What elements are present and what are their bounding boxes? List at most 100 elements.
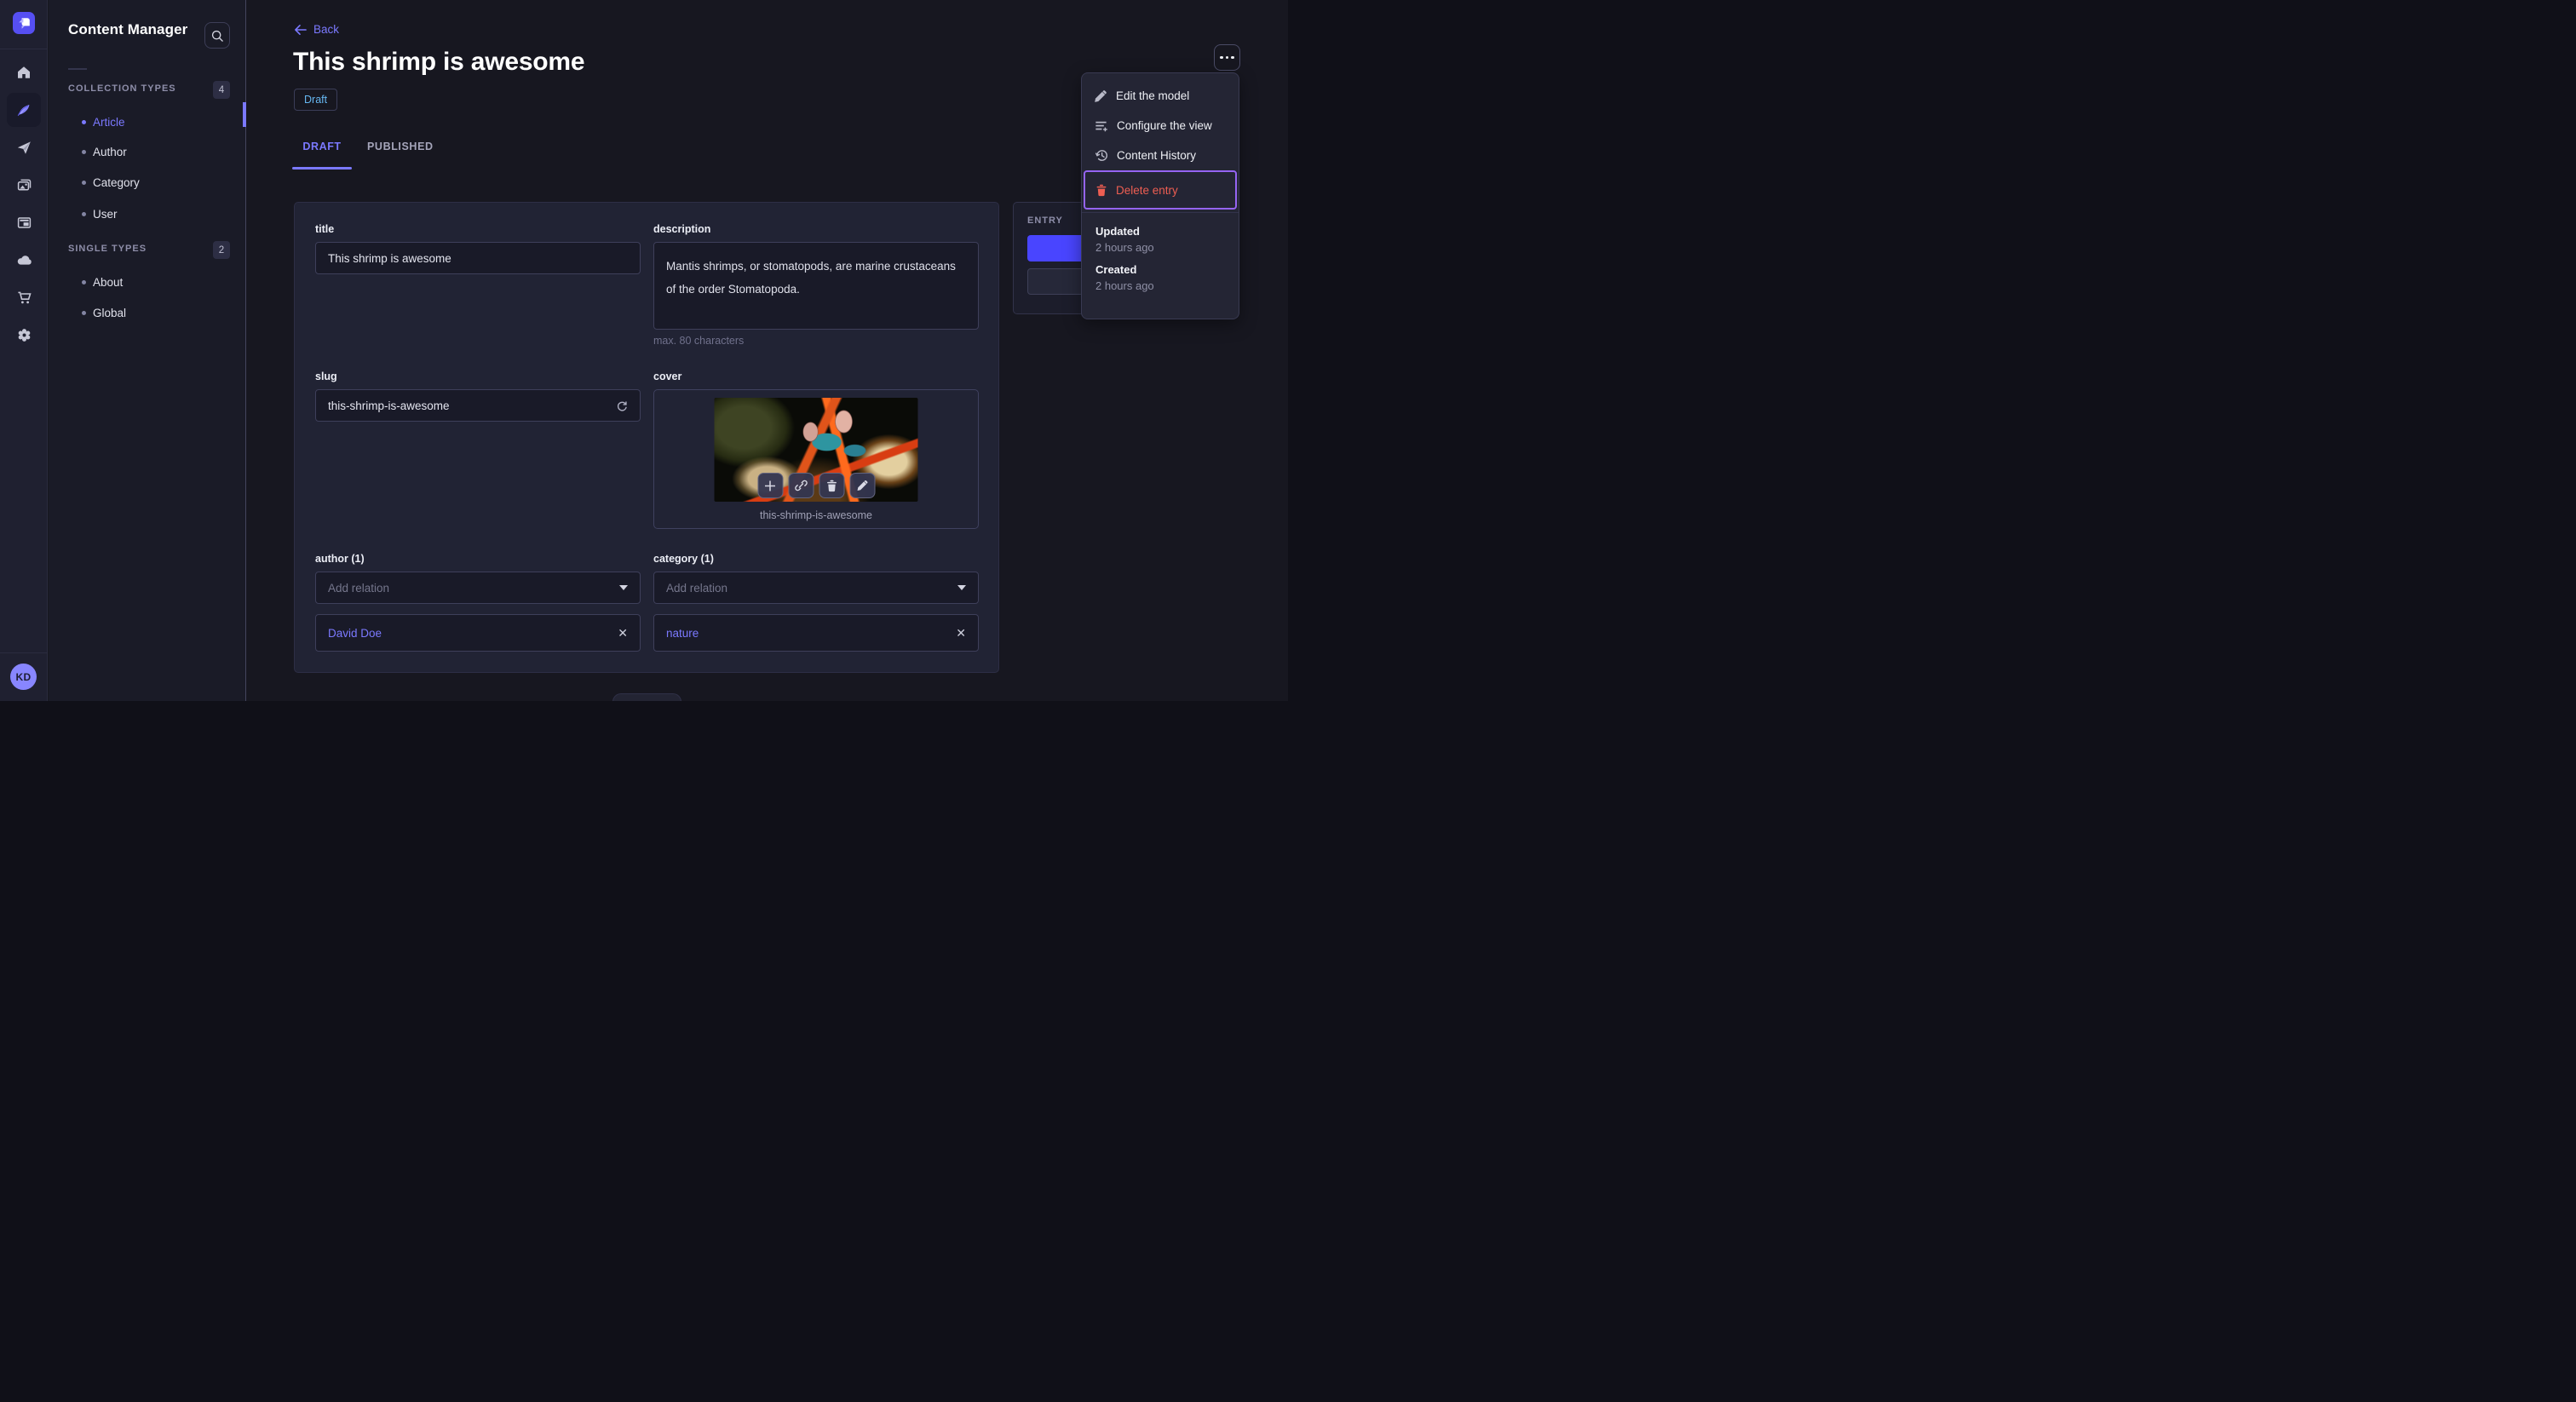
category-placeholder: Add relation [666,581,728,595]
slug-label: slug [315,371,337,382]
trash-icon [1096,184,1107,196]
relation-link-nature[interactable]: nature [666,627,699,640]
cover-image[interactable] [714,398,918,502]
sidebar-item-content-manager[interactable] [0,91,48,129]
link-icon [794,480,808,491]
subnav-item-author[interactable]: Author [49,141,245,164]
more-actions-menu: Edit the model Configure the view Conten… [1081,72,1239,319]
bullet-icon [82,310,86,315]
images-icon [17,179,31,191]
search-icon [211,30,223,42]
slug-value: this-shrimp-is-awesome [328,399,450,412]
title-input[interactable]: This shrimp is awesome [315,242,641,274]
cart-icon [17,291,32,303]
active-scroll-indicator [243,102,246,127]
cover-media-box: this-shrimp-is-awesome [653,389,979,529]
sidebar-item-deploy[interactable] [0,241,48,279]
menu-meta-section: Updated 2 hours ago Created 2 hours ago [1082,213,1239,292]
status-badge: Draft [294,89,338,111]
chevron-down-icon [619,585,628,590]
created-label: Created [1095,263,1137,276]
author-relation-item: David Doe ✕ [315,614,641,652]
field-title: title This shrimp is awesome [315,223,641,347]
section-label-single-types: SINGLE TYPES [68,244,147,254]
back-label: Back [313,23,340,36]
page-title: This shrimp is awesome [293,48,585,76]
subnav-item-about[interactable]: About [49,271,245,293]
remove-relation-icon[interactable]: ✕ [618,627,628,639]
subnav-rule [68,68,87,70]
ellipsis-icon [1220,55,1223,60]
field-author: author (1) Add relation David Doe ✕ [315,553,641,652]
menu-item-edit-model[interactable]: Edit the model [1082,81,1239,111]
sidebar-item-marketplace[interactable] [0,279,48,316]
entry-form-card: title This shrimp is awesome description… [294,202,999,673]
subnav-item-user[interactable]: User [49,203,245,225]
description-label: description [653,223,711,235]
bullet-icon [82,279,86,284]
add-media-button[interactable] [757,473,783,498]
sidebar-item-content-type-builder[interactable] [0,204,48,241]
sidebar-item-home[interactable] [0,54,48,91]
cover-actions-toolbar [757,473,875,498]
subnav-item-article[interactable]: Article [49,111,245,133]
cloud-icon [17,255,32,265]
app-window: KD Content Manager COLLECTION TYPES 4 Ar… [0,0,1288,701]
author-relation-select[interactable]: Add relation [315,572,641,604]
menu-item-configure-view[interactable]: Configure the view [1082,111,1239,141]
list-plus-icon [1095,121,1107,132]
active-tab-underline [292,167,352,170]
sidebar-item-settings[interactable] [0,316,48,353]
copy-link-button[interactable] [788,473,814,498]
description-textarea[interactable]: Mantis shrimps, or stomatopods, are mari… [653,242,979,330]
sidebar-item-media-library[interactable] [0,166,48,204]
remove-relation-icon[interactable]: ✕ [956,627,966,639]
subnav-title: Content Manager [68,21,188,37]
more-actions-button[interactable] [1214,44,1240,71]
search-button[interactable] [204,22,230,49]
author-label: author (1) [315,553,365,565]
main-nav-sidebar: KD [0,0,48,701]
category-relation-select[interactable]: Add relation [653,572,979,604]
updated-value: 2 hours ago [1095,241,1154,254]
category-label: category (1) [653,553,714,565]
subnav-item-global[interactable]: Global [49,302,245,324]
tab-published[interactable]: PUBLISHED [367,141,434,152]
back-arrow-icon [295,24,307,35]
regenerate-slug-button[interactable] [615,399,628,412]
menu-item-delete-entry[interactable]: Delete entry [1085,172,1235,208]
edit-media-button[interactable] [849,473,875,498]
category-relation-item: nature ✕ [653,614,979,652]
menu-item-content-history[interactable]: Content History [1082,141,1239,170]
gear-icon [18,328,30,342]
content-manager-subnav: Content Manager COLLECTION TYPES 4 Artic… [49,0,246,701]
active-nav-tile [7,93,41,127]
trash-icon [826,480,837,491]
layout-icon [17,216,31,228]
field-cover: cover this-shrimp-is-awesome [653,371,979,529]
history-clock-icon [1095,150,1107,161]
chevron-down-icon [957,585,966,590]
strapi-logo[interactable] [13,12,35,34]
bullet-icon [82,180,86,185]
slug-input[interactable]: this-shrimp-is-awesome [315,389,641,422]
created-value: 2 hours ago [1095,279,1154,292]
subnav-item-category[interactable]: Category [49,171,245,193]
single-types-count-badge: 2 [213,241,230,259]
relation-link-david-doe[interactable]: David Doe [328,627,382,640]
title-label: title [315,223,335,235]
field-description: description Mantis shrimps, or stomatopo… [653,223,979,347]
paper-plane-icon [17,141,31,154]
strapi-logo-icon [18,17,30,29]
delete-media-button[interactable] [819,473,844,498]
user-avatar[interactable]: KD [10,664,37,690]
avatar-divider [0,652,48,653]
updated-label: Updated [1095,225,1140,238]
pencil-icon [857,480,867,491]
back-link[interactable]: Back [294,23,339,36]
cover-label: cover [653,371,682,382]
collection-types-count-badge: 4 [213,81,230,99]
sidebar-item-releases[interactable] [0,129,48,166]
tab-draft[interactable]: DRAFT [292,141,352,152]
bullet-icon [82,150,86,154]
